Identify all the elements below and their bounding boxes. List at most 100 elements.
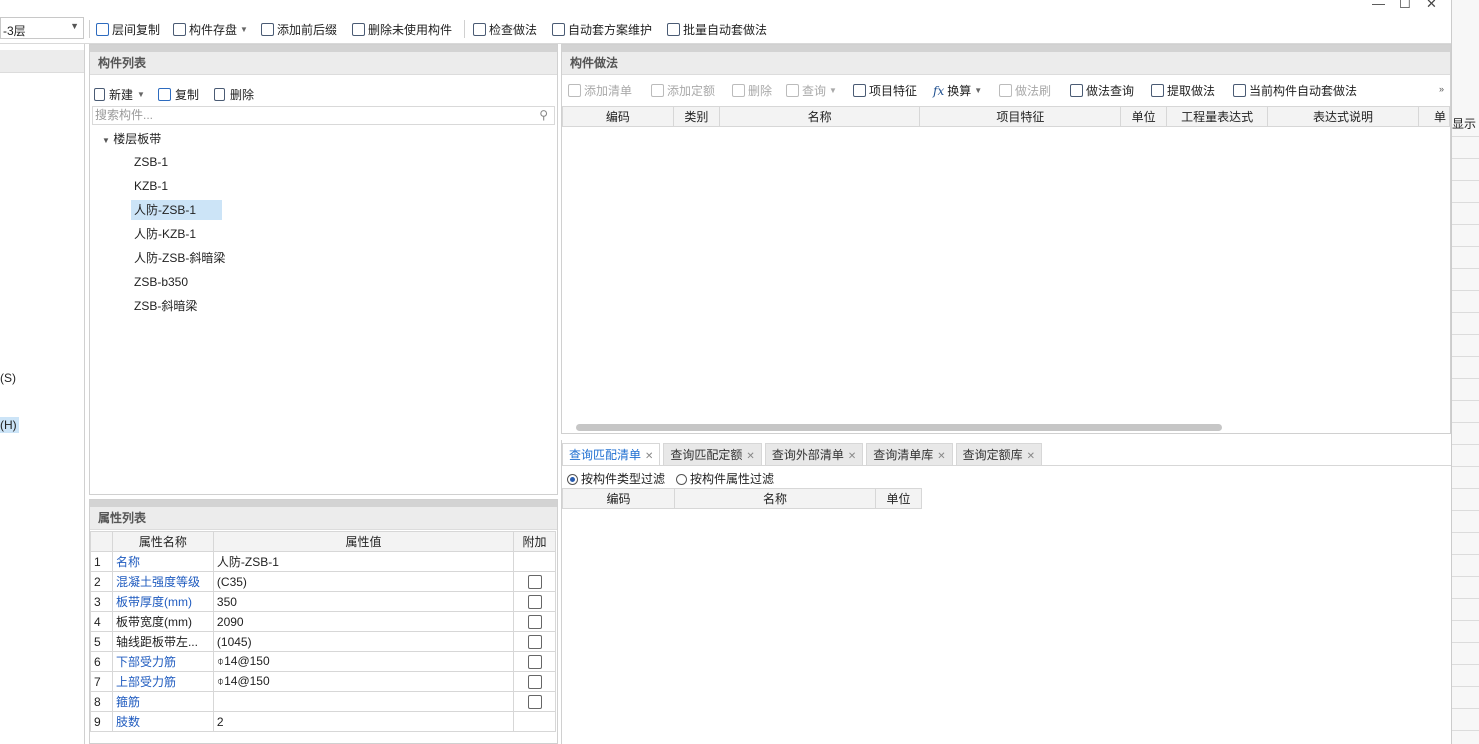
close-icon[interactable]: ✕ <box>937 451 945 462</box>
property-row[interactable]: 4 板带宽度(mm) 2090 <box>90 611 556 632</box>
batch-auto-method-button[interactable]: 批量自动套做法 <box>667 21 767 38</box>
add-quota-button[interactable]: 添加定额 <box>651 82 715 99</box>
query-col-unit[interactable]: 单位 <box>875 488 922 509</box>
auto-scheme-maintain-button[interactable]: 自动套方案维护 <box>552 21 652 38</box>
add-list-button[interactable]: 添加清单 <box>568 82 632 99</box>
property-row[interactable]: 6 下部受力筋 ⌽14@150 <box>90 651 556 672</box>
copy-button[interactable]: 复制 <box>158 82 199 106</box>
tree-root-floor-strip[interactable]: ▼ 楼层板带 <box>102 130 161 147</box>
toolbar-divider <box>89 20 90 38</box>
row-number: 2 <box>90 571 113 592</box>
add-prefix-suffix-button[interactable]: 添加前后缀 <box>261 21 337 38</box>
property-row[interactable]: 5 轴线距板带左... (1045) <box>90 631 556 652</box>
col-expression-note[interactable]: 表达式说明 <box>1267 106 1419 127</box>
col-category[interactable]: 类别 <box>672 106 720 127</box>
property-row[interactable]: 8 箍筋 <box>90 691 556 712</box>
property-value[interactable]: ⌽14@150 <box>212 651 515 672</box>
component-search-input[interactable]: 搜索构件... ⚲ <box>92 106 555 125</box>
component-save-button[interactable]: 构件存盘 ▼ <box>173 21 248 38</box>
check-method-button[interactable]: 检查做法 <box>473 21 537 38</box>
auto-scheme-maintain-label: 自动套方案维护 <box>568 23 653 37</box>
convert-button[interactable]: fx 换算 ▼ <box>933 82 982 99</box>
col-unit[interactable]: 单位 <box>1120 106 1168 127</box>
radio-unchecked-icon <box>676 474 687 486</box>
method-query-button[interactable]: 查询 ▼ <box>786 82 837 99</box>
new-button[interactable]: 新建 ▼ <box>94 82 145 106</box>
property-value[interactable]: (1045) <box>212 631 515 652</box>
col-project-feature[interactable]: 项目特征 <box>919 106 1122 127</box>
chevron-down-icon: ▼ <box>70 21 79 31</box>
col-clipped[interactable]: 单 <box>1417 106 1451 127</box>
property-value[interactable]: 2 <box>212 711 515 732</box>
tree-item[interactable]: KZB-1 <box>131 176 172 196</box>
method-search-button[interactable]: 做法查询 <box>1070 82 1134 99</box>
query-col-code[interactable]: 编码 <box>562 488 675 509</box>
property-value[interactable]: 350 <box>212 591 515 612</box>
col-code[interactable]: 编码 <box>562 106 674 127</box>
query-col-name[interactable]: 名称 <box>674 488 876 509</box>
filter-by-attr-radio[interactable]: 按构件属性过滤 <box>676 470 774 487</box>
delete-unused-button[interactable]: 删除未使用构件 <box>352 21 452 38</box>
property-value[interactable]: (C35) <box>212 571 515 592</box>
tab-query-matched-list[interactable]: 查询匹配清单 ✕ <box>562 443 661 465</box>
attach-checkbox[interactable] <box>527 654 542 669</box>
grid-line <box>1452 730 1479 731</box>
property-row[interactable]: 2 混凝土强度等级 (C35) <box>90 571 556 592</box>
minimize-button[interactable]: — <box>1372 0 1385 11</box>
close-button[interactable]: ✕ <box>1426 0 1437 12</box>
close-icon[interactable]: ✕ <box>645 451 653 462</box>
method-delete-button[interactable]: 删除 <box>732 82 772 99</box>
current-auto-method-button[interactable]: 当前构件自动套做法 <box>1233 82 1357 99</box>
property-row[interactable]: 9 肢数 2 <box>90 711 556 732</box>
grid-line <box>1452 642 1479 643</box>
tree-item[interactable]: ZSB-b350 <box>131 272 192 292</box>
tree-item[interactable]: 人防-ZSB-斜暗梁 <box>131 248 229 268</box>
floor-copy-button[interactable]: 层间复制 <box>96 21 160 38</box>
tree-item[interactable]: ZSB-斜暗梁 <box>131 296 201 316</box>
floor-select[interactable]: -3层 ▼ <box>0 17 84 39</box>
maximize-button[interactable]: ☐ <box>1399 0 1411 12</box>
property-row[interactable]: 3 板带厚度(mm) 350 <box>90 591 556 612</box>
col-name[interactable]: 名称 <box>718 106 921 127</box>
property-value[interactable]: ⌽14@150 <box>212 671 515 692</box>
property-row[interactable]: 7 上部受力筋 ⌽14@150 <box>90 671 556 692</box>
close-icon[interactable]: ✕ <box>746 451 754 462</box>
feature-icon <box>853 84 866 97</box>
filter-by-type-radio[interactable]: 按构件类型过滤 <box>567 470 665 487</box>
property-row[interactable]: 1 名称 人防-ZSB-1 <box>90 551 556 572</box>
tab-query-external-list[interactable]: 查询外部清单 ✕ <box>764 443 864 465</box>
attach-checkbox[interactable] <box>527 634 542 649</box>
method-brush-button[interactable]: 做法刷 <box>999 82 1051 99</box>
project-feature-button[interactable]: 项目特征 <box>853 82 917 99</box>
tab-label: 查询匹配定额 <box>670 448 743 462</box>
extract-method-button[interactable]: 提取做法 <box>1151 82 1215 99</box>
property-value[interactable]: 2090 <box>212 611 515 632</box>
tab-query-matched-quota[interactable]: 查询匹配定额 ✕ <box>663 443 762 465</box>
property-extra <box>513 631 556 652</box>
attach-checkbox[interactable] <box>527 574 542 589</box>
filter-by-attr-label: 按构件属性过滤 <box>690 472 775 486</box>
close-icon[interactable]: ✕ <box>1027 451 1035 462</box>
property-value[interactable]: 人防-ZSB-1 <box>212 551 515 572</box>
grid-line <box>1452 532 1479 533</box>
attach-checkbox[interactable] <box>527 614 542 629</box>
delete-button[interactable]: 删除 <box>214 82 254 106</box>
close-icon[interactable]: ✕ <box>848 451 856 462</box>
right-strip-label[interactable]: 显示 <box>1452 115 1476 132</box>
attach-checkbox[interactable] <box>527 594 542 609</box>
main-toolbar: -3层 ▼ 层间复制 构件存盘 ▼ 添加前后缀 删除未使用构件 检查做法 自动套… <box>0 14 1451 44</box>
property-value[interactable] <box>212 691 515 712</box>
tree-item[interactable]: ZSB-1 <box>131 152 172 172</box>
attach-checkbox[interactable] <box>527 694 542 709</box>
tab-query-list-library[interactable]: 查询清单库 ✕ <box>866 443 953 465</box>
horizontal-scrollbar[interactable] <box>576 424 1222 431</box>
tab-query-quota-library[interactable]: 查询定额库 ✕ <box>955 443 1043 465</box>
more-arrow-icon[interactable]: » <box>1439 84 1444 94</box>
tree-item[interactable]: 人防-KZB-1 <box>131 224 200 244</box>
batch-auto-method-label: 批量自动套做法 <box>683 23 768 37</box>
left-edge-label-s[interactable]: (S) <box>0 371 16 385</box>
left-edge-label-h[interactable]: (H) <box>0 417 19 433</box>
attach-checkbox[interactable] <box>527 674 542 689</box>
col-quantity-expression[interactable]: 工程量表达式 <box>1166 106 1269 127</box>
tree-item-selected[interactable]: 人防-ZSB-1 <box>131 200 222 220</box>
